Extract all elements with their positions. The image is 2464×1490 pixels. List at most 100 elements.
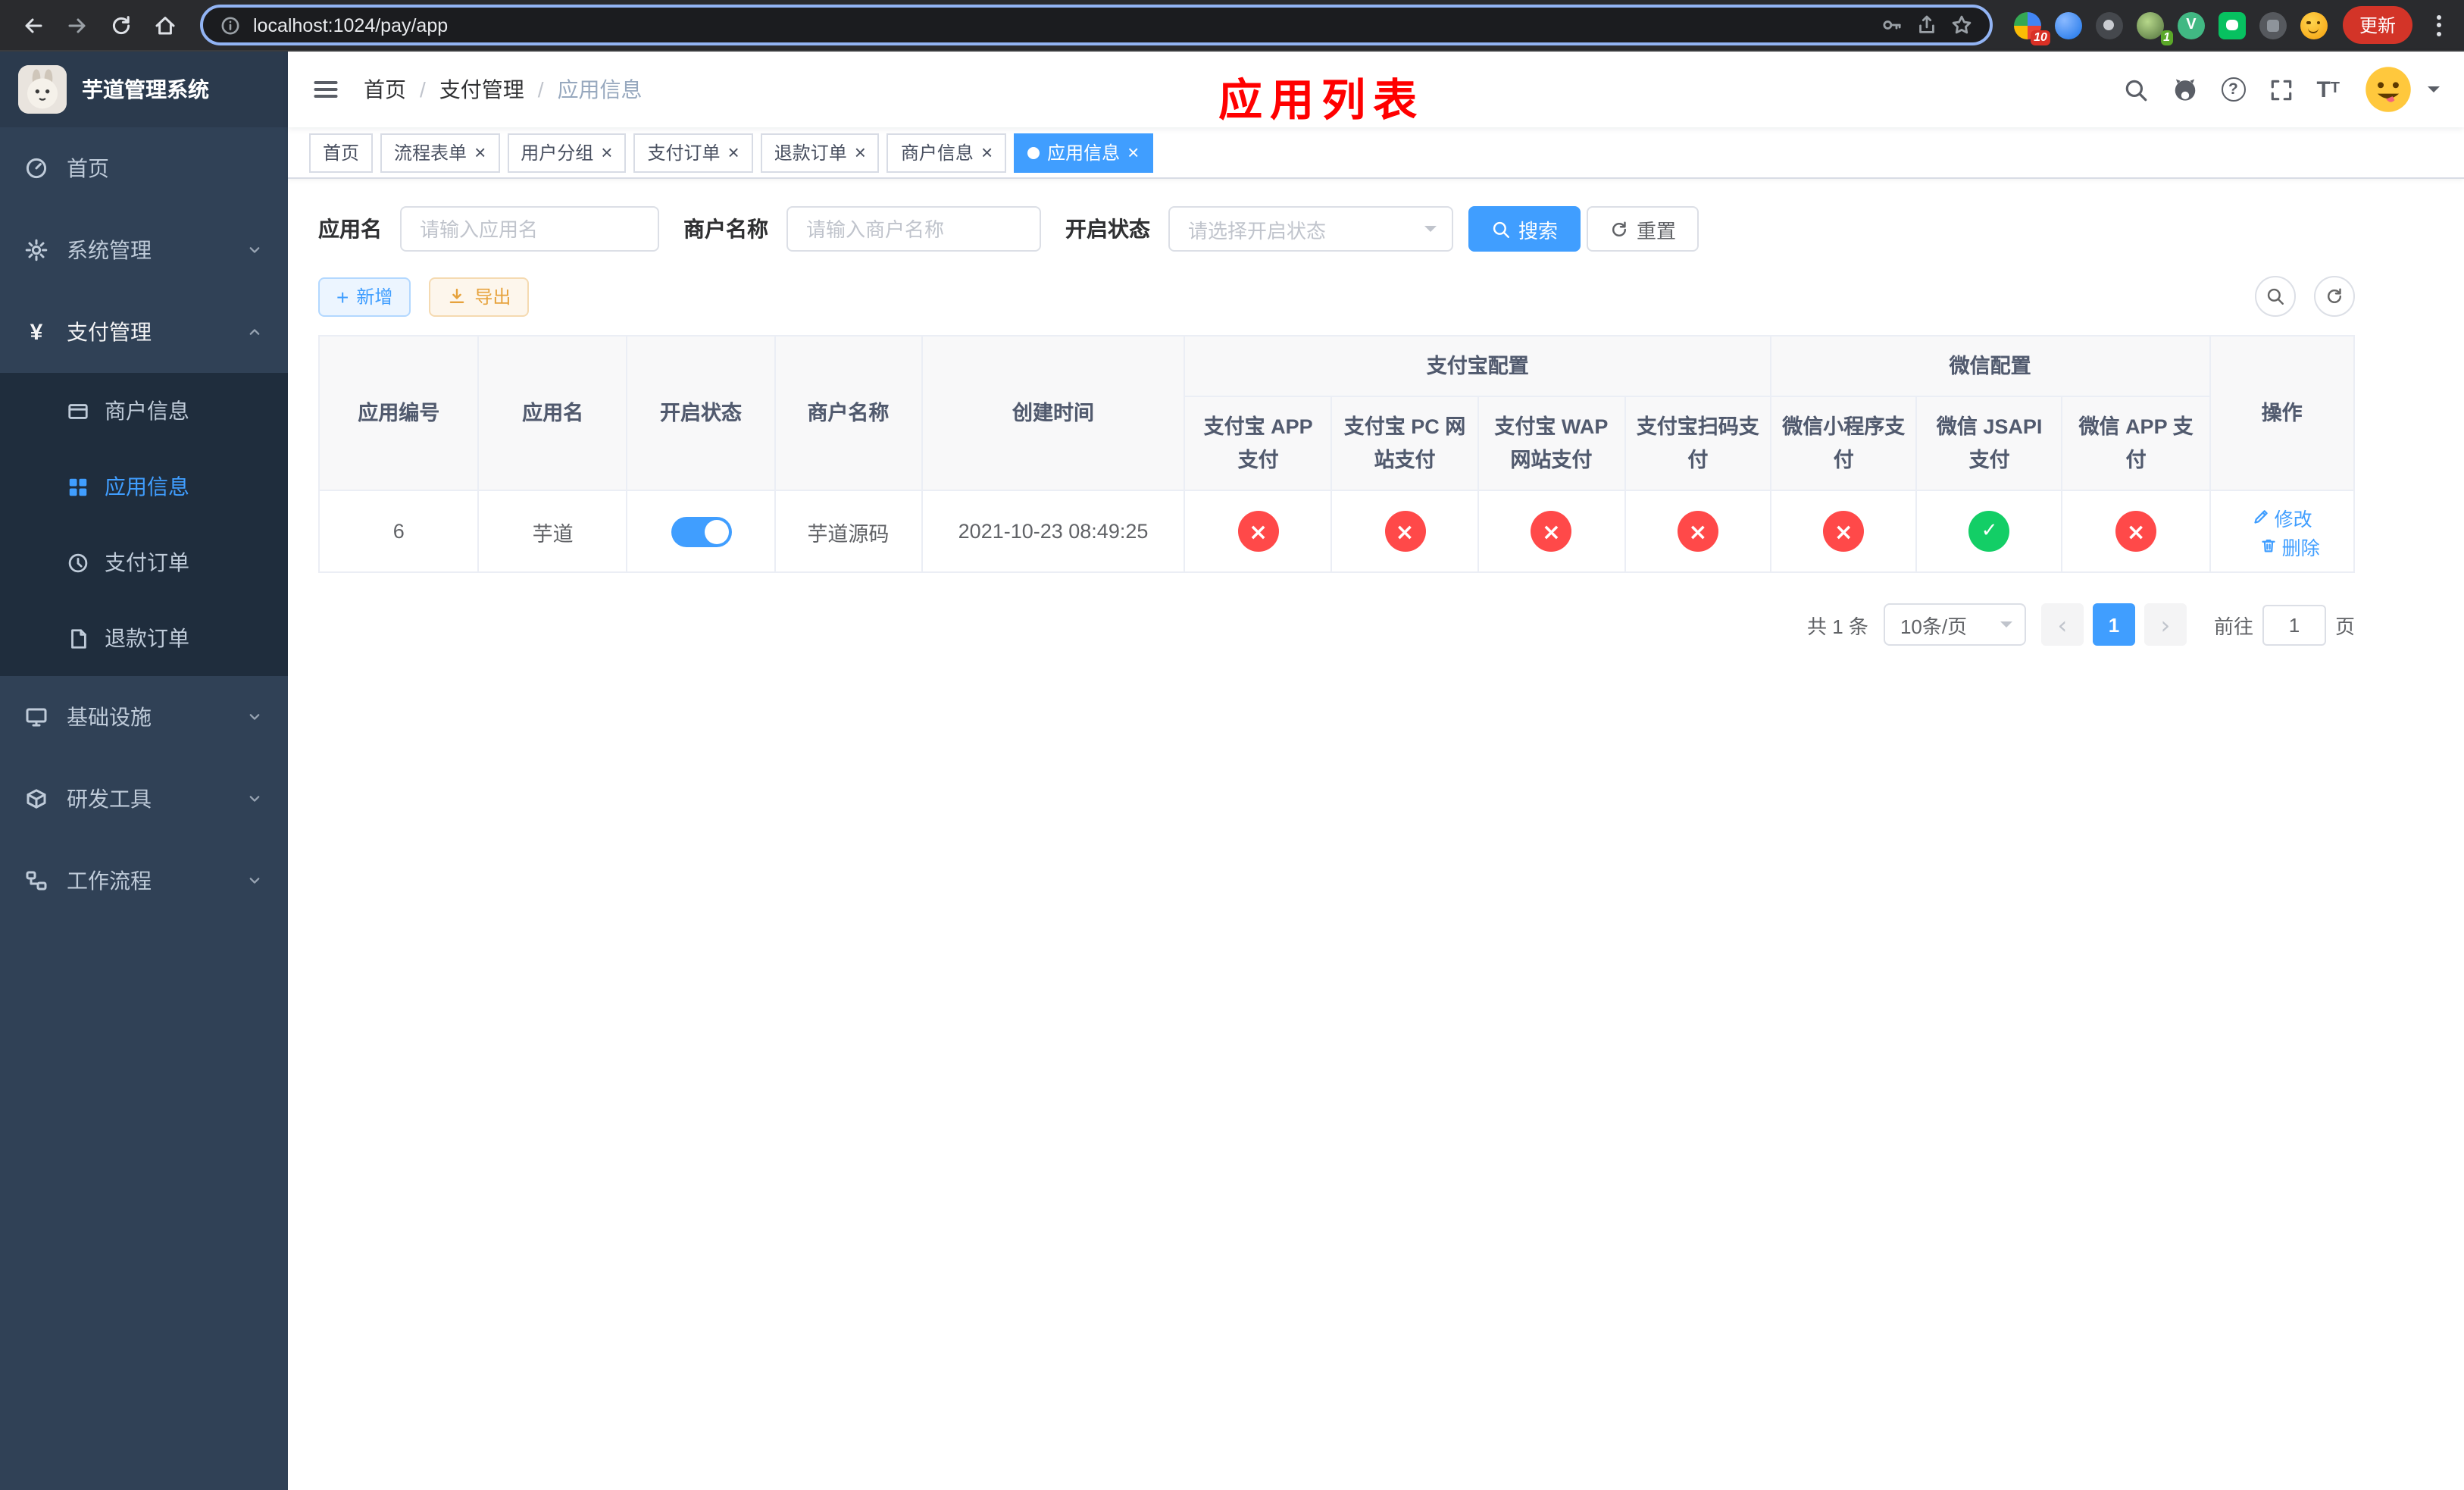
tab-merchant-info[interactable]: 商户信息 × bbox=[886, 133, 1007, 172]
reset-button[interactable]: 重置 bbox=[1587, 206, 1699, 252]
edit-button[interactable]: 修改 bbox=[2252, 502, 2312, 531]
extension-icon-puzzle-dark[interactable] bbox=[2259, 11, 2287, 39]
address-bar[interactable]: localhost:1024/pay/app bbox=[200, 5, 1993, 45]
app-name-input[interactable] bbox=[400, 206, 659, 252]
document-icon bbox=[67, 627, 89, 650]
page-content: 应用名 商户名称 开启状态 请选择开启状态 搜索 bbox=[288, 179, 2464, 1490]
tab-refund-orders[interactable]: 退款订单 × bbox=[760, 133, 880, 172]
config-status-icon bbox=[1968, 511, 2010, 552]
total-count: 共 1 条 bbox=[1807, 615, 1868, 637]
pagination: 共 1 条 10条/页 ‹ 1 › 前往 页 bbox=[318, 603, 2355, 646]
site-info-icon[interactable] bbox=[220, 14, 241, 36]
search-button[interactable]: 搜索 bbox=[1468, 206, 1581, 252]
header-search-button[interactable] bbox=[2122, 77, 2148, 102]
extension-icon-puzzle[interactable]: 10 bbox=[2013, 11, 2050, 45]
extension-badge: 10 bbox=[2031, 30, 2050, 45]
status-select[interactable]: 请选择开启状态 bbox=[1168, 206, 1453, 252]
clock-icon bbox=[67, 551, 89, 574]
sidebar-item-payment[interactable]: ¥ 支付管理 bbox=[0, 291, 288, 373]
extension-badge: 1 bbox=[2160, 30, 2173, 45]
box-icon bbox=[24, 787, 48, 811]
current-page-button[interactable]: 1 bbox=[2092, 603, 2135, 646]
sidebar-item-merchant-info[interactable]: 商户信息 bbox=[0, 373, 288, 449]
browser-reload-button[interactable] bbox=[100, 5, 141, 45]
extension-icon-drop[interactable] bbox=[2054, 11, 2082, 39]
goto-label: 前往 bbox=[2213, 615, 2253, 637]
sidebar-item-workflow[interactable]: 工作流程 bbox=[0, 840, 288, 922]
sidebar-item-home[interactable]: 首页 bbox=[0, 127, 288, 209]
config-status-icon bbox=[1531, 511, 1572, 552]
password-key-icon[interactable] bbox=[1881, 14, 1903, 36]
extension-icon-chat[interactable] bbox=[2218, 11, 2246, 39]
col-header-wx-app: 微信 APP 支付 bbox=[2061, 396, 2211, 491]
breadcrumb-home[interactable]: 首页 bbox=[364, 74, 406, 105]
sidebar-item-refund-orders[interactable]: 退款订单 bbox=[0, 600, 288, 676]
tab-user-group[interactable]: 用户分组 × bbox=[507, 133, 627, 172]
status-toggle[interactable] bbox=[671, 516, 732, 546]
export-button[interactable]: 导出 bbox=[429, 277, 530, 316]
config-status-icon bbox=[1237, 511, 1279, 552]
merchant-name-label: 商户名称 bbox=[683, 217, 768, 241]
home-icon bbox=[155, 16, 174, 34]
trash-icon bbox=[2262, 539, 2275, 552]
sidebar-logo[interactable]: 芋道管理系统 bbox=[0, 52, 288, 127]
col-header-name: 应用名 bbox=[477, 335, 628, 491]
sidebar-toggle-button[interactable] bbox=[312, 76, 339, 103]
breadcrumb-payment[interactable]: 支付管理 bbox=[439, 74, 524, 105]
extensions-row: 10 1 V bbox=[2013, 11, 2328, 45]
tab-home[interactable]: 首页 bbox=[309, 133, 374, 172]
merchant-name-input[interactable] bbox=[786, 206, 1041, 252]
reload-icon bbox=[111, 15, 130, 34]
browser-forward-button[interactable] bbox=[56, 5, 97, 45]
table-row: 6 芋道 芋道源码 2021-10-23 08:49:25 × × × × × … bbox=[317, 490, 2356, 573]
credit-card-icon bbox=[67, 399, 89, 422]
sidebar-item-app-info[interactable]: 应用信息 bbox=[0, 449, 288, 524]
github-button[interactable] bbox=[2171, 76, 2198, 103]
chevron-down-icon bbox=[245, 790, 264, 808]
toggle-search-button[interactable] bbox=[2255, 276, 2296, 317]
cell-created: 2021-10-23 08:49:25 bbox=[921, 490, 1186, 573]
close-icon[interactable]: × bbox=[855, 142, 866, 162]
add-button[interactable]: + 新增 bbox=[318, 277, 411, 316]
goto-page-input[interactable] bbox=[2262, 604, 2326, 645]
extension-icon-vue[interactable]: V bbox=[2177, 11, 2205, 39]
browser-home-button[interactable] bbox=[144, 5, 185, 45]
tab-payment-orders[interactable]: 支付订单 × bbox=[633, 133, 753, 172]
share-icon[interactable] bbox=[1915, 14, 1938, 36]
app-title: 芋道管理系统 bbox=[82, 77, 209, 102]
bookmark-star-icon[interactable] bbox=[1950, 14, 1973, 36]
close-icon[interactable]: × bbox=[981, 142, 993, 162]
fullscreen-button[interactable] bbox=[2268, 77, 2294, 102]
extension-icon-dark-circle[interactable] bbox=[2095, 11, 2123, 39]
close-icon[interactable]: × bbox=[728, 142, 740, 162]
sidebar-item-payment-orders[interactable]: 支付订单 bbox=[0, 524, 288, 600]
url-text[interactable]: localhost:1024/pay/app bbox=[253, 14, 1868, 36]
extension-icon-emoji[interactable] bbox=[2300, 11, 2328, 39]
tab-app-info[interactable]: 应用信息 × bbox=[1014, 133, 1153, 172]
prev-page-button[interactable]: ‹ bbox=[2040, 603, 2084, 646]
extension-icon-avatar[interactable]: 1 bbox=[2136, 11, 2173, 45]
sidebar-item-infrastructure[interactable]: 基础设施 bbox=[0, 676, 288, 758]
help-button[interactable]: ? bbox=[2221, 77, 2246, 102]
app-table: 应用编号 应用名 开启状态 商户名称 创建时间 支付宝配置 微信配置 操作 支付… bbox=[317, 335, 2356, 573]
close-icon[interactable]: × bbox=[601, 142, 612, 162]
sidebar-item-dev-tools[interactable]: 研发工具 bbox=[0, 758, 288, 840]
font-size-button[interactable]: TT bbox=[2316, 78, 2340, 101]
browser-update-button[interactable]: 更新 bbox=[2342, 6, 2412, 44]
sidebar-item-system[interactable]: 系统管理 bbox=[0, 209, 288, 291]
user-avatar[interactable] bbox=[2362, 64, 2414, 115]
refresh-table-button[interactable] bbox=[2314, 276, 2355, 317]
tab-process-form[interactable]: 流程表单 × bbox=[380, 133, 500, 172]
workflow-icon bbox=[24, 869, 48, 893]
next-page-button[interactable]: › bbox=[2143, 603, 2187, 646]
col-header-alipay-wap: 支付宝 WAP 网站支付 bbox=[1477, 396, 1626, 491]
browser-menu-button[interactable] bbox=[2425, 14, 2452, 36]
close-icon[interactable]: × bbox=[1127, 142, 1139, 162]
avatar-dropdown-caret[interactable] bbox=[2428, 86, 2440, 99]
close-icon[interactable]: × bbox=[474, 142, 486, 162]
col-header-alipay-pc: 支付宝 PC 网站支付 bbox=[1330, 396, 1479, 491]
delete-button[interactable]: 删除 bbox=[2259, 531, 2320, 560]
browser-back-button[interactable] bbox=[12, 5, 53, 45]
filter-form: 应用名 商户名称 开启状态 请选择开启状态 搜索 bbox=[318, 206, 2355, 252]
page-size-select[interactable]: 10条/页 bbox=[1883, 603, 2026, 646]
